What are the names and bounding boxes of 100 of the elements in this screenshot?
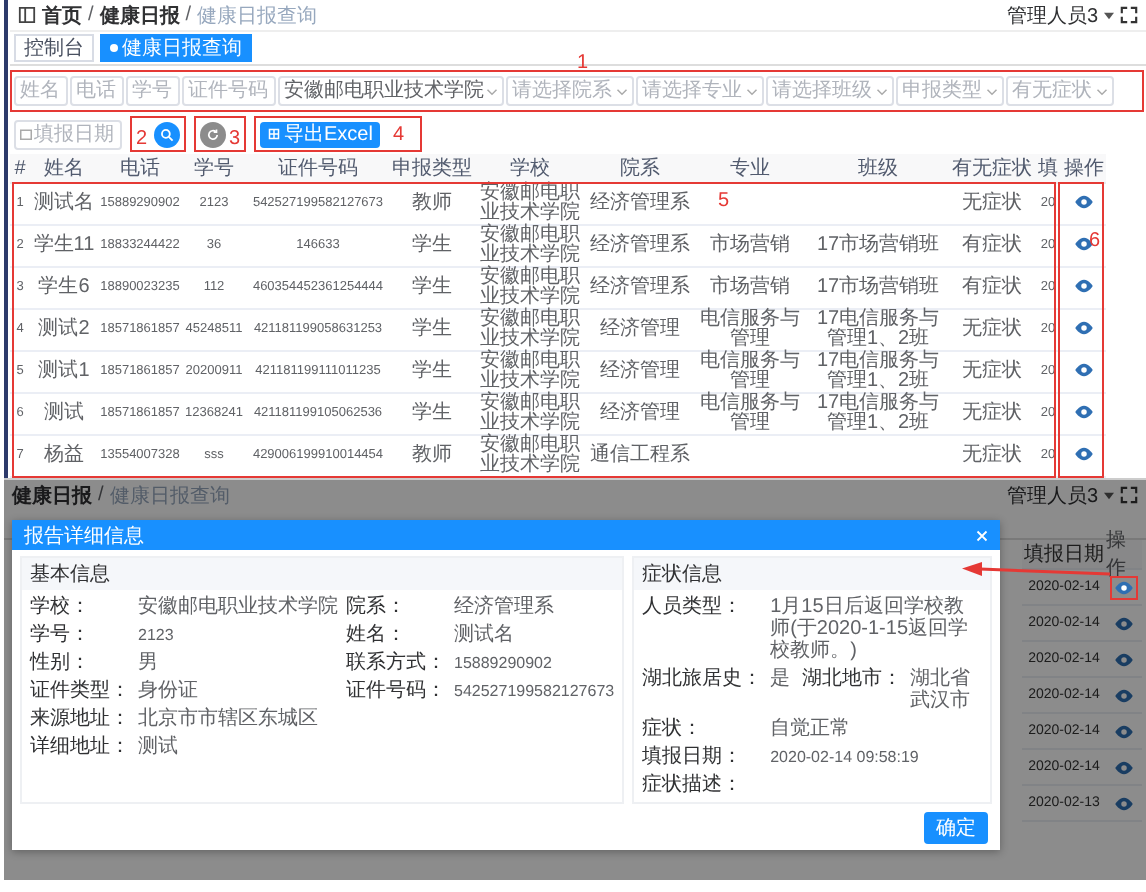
page-tab[interactable]: 控制台: [14, 34, 94, 62]
table-cell: 电信服务与管理: [700, 350, 800, 392]
eye-icon[interactable]: [1074, 446, 1094, 463]
eye-icon[interactable]: [1114, 723, 1134, 739]
table-cell: 杨益: [44, 444, 84, 466]
field-label: 症状：: [642, 718, 705, 740]
column-header: 操作: [1106, 528, 1128, 582]
table-cell: 经济管理: [600, 360, 680, 382]
select-field[interactable]: 请选择院系: [506, 76, 634, 106]
column-header: 姓名: [44, 158, 84, 180]
date-field[interactable]: 填报日期: [14, 119, 122, 149]
table-cell: 学生: [412, 360, 452, 382]
eye-icon[interactable]: [1114, 795, 1134, 811]
annotation-number: 4: [392, 126, 404, 146]
chevron-icon: [486, 87, 498, 95]
field-value: 安徽邮电职业技术学院: [138, 596, 338, 618]
grid-icon: [268, 128, 280, 140]
table-cell: 安徽邮电职业技术学院: [480, 350, 580, 392]
breadcrumb-link[interactable]: 首页: [42, 1, 82, 29]
field-label: 院系：: [346, 596, 408, 618]
field-label: 姓名：: [346, 624, 408, 646]
text-field[interactable]: 姓名: [14, 76, 68, 106]
select-field[interactable]: 申报类型: [896, 76, 1004, 106]
table-cell: 经济管理系: [590, 192, 690, 214]
table-cell: 无症状: [962, 402, 1022, 424]
user-menu[interactable]: 管理人员3: [1006, 1, 1098, 29]
column-header: 填: [1038, 158, 1058, 180]
close-icon[interactable]: [976, 529, 988, 541]
table-cell: 经济管理系: [590, 234, 690, 256]
table-cell: 无症状: [962, 192, 1022, 214]
eye-icon[interactable]: [1114, 687, 1134, 703]
table-cell: 安徽邮电职业技术学院: [480, 434, 580, 476]
table-cell: 测试2: [38, 318, 90, 340]
field-label: 证件类型：: [30, 680, 130, 702]
breadcrumb-link[interactable]: 健康日报: [99, 1, 180, 29]
column-header: 申报类型: [392, 158, 472, 180]
card-title: 基本信息: [22, 558, 623, 590]
table-cell: 17市场营销班: [816, 234, 940, 256]
table-cell: 学生6: [38, 276, 90, 298]
table-cell: 无症状: [962, 318, 1022, 340]
text-field[interactable]: 电话: [70, 76, 124, 106]
eye-icon[interactable]: [1074, 236, 1094, 253]
column-header: 证件号码: [278, 158, 358, 180]
field-value: 15889290902: [454, 652, 554, 674]
eye-icon[interactable]: [1114, 651, 1134, 667]
menu-icon[interactable]: [18, 6, 36, 24]
table-cell: 学生: [412, 276, 452, 298]
annotation-number: 2: [136, 130, 148, 150]
breadcrumb-separator: /: [98, 484, 104, 506]
table-cell: 经济管理: [600, 318, 680, 340]
field-value: 北京市市辖区东城区: [138, 708, 320, 730]
eye-icon[interactable]: [1114, 615, 1134, 631]
field-label: 学校：: [30, 596, 92, 618]
column-header: #: [14, 157, 26, 179]
eye-icon[interactable]: [1114, 759, 1134, 775]
field-value: 2020-02-14 09:58:19: [770, 746, 921, 768]
eye-icon[interactable]: [1074, 194, 1094, 211]
table-cell: 17电信服务与管理1、2班: [816, 392, 940, 434]
user-menu[interactable]: 管理人员3: [1006, 481, 1098, 509]
export-button[interactable]: 导出Excel: [260, 121, 381, 147]
select-field[interactable]: 安徽邮电职业技术学院: [278, 76, 504, 106]
field-value: 经济管理系: [454, 596, 556, 618]
refresh-button[interactable]: [200, 121, 226, 147]
eye-icon[interactable]: [1074, 320, 1094, 337]
table-cell: 安徽邮电职业技术学院: [480, 224, 580, 266]
confirm-button[interactable]: 确定: [924, 812, 988, 844]
table-cell: 市场营销: [710, 234, 790, 256]
page-tab[interactable]: 健康日报查询: [100, 34, 252, 62]
breadcrumb-separator: /: [185, 4, 192, 26]
select-field[interactable]: 有无症状: [1006, 76, 1114, 106]
eye-icon[interactable]: [1074, 404, 1094, 421]
table-cell: 通信工程系: [590, 444, 690, 466]
table-cell: 电信服务与管理: [700, 308, 800, 350]
text-field[interactable]: 学号: [126, 76, 180, 106]
text-field[interactable]: 证件号码: [182, 76, 276, 106]
chevron-icon: [986, 87, 998, 95]
column-header: 操作: [1064, 158, 1104, 180]
fullscreen-icon[interactable]: [1120, 6, 1138, 24]
table-cell: 教师: [412, 444, 452, 466]
column-header: 院系: [620, 158, 660, 180]
table-cell: 测试: [44, 402, 84, 424]
field-label: 性别：: [30, 652, 92, 674]
field-label: 联系方式：: [346, 652, 446, 674]
field-label: 湖北旅居史：: [642, 668, 763, 690]
table-cell: 学生11: [33, 234, 95, 256]
table-cell: 17电信服务与管理1、2班: [816, 350, 940, 392]
eye-icon[interactable]: [1074, 362, 1094, 379]
caret-icon[interactable]: [1104, 491, 1114, 499]
field-value: 1月15日后返回学校教师(于2020-1-15返回学校教师。): [770, 596, 971, 662]
table-cell: 无症状: [962, 360, 1022, 382]
select-field[interactable]: 请选择班级: [766, 76, 894, 106]
select-field[interactable]: 请选择专业: [636, 76, 764, 106]
caret-icon[interactable]: [1104, 11, 1114, 19]
search-button[interactable]: [154, 121, 180, 147]
annotation-number: 6: [1088, 232, 1100, 252]
table-cell: 17电信服务与管理1、2班: [816, 308, 940, 350]
field-value: 542527199582127673: [454, 680, 615, 702]
breadcrumb-link[interactable]: 健康日报: [12, 481, 92, 509]
eye-icon[interactable]: [1074, 278, 1094, 295]
fullscreen-icon[interactable]: [1120, 486, 1138, 504]
